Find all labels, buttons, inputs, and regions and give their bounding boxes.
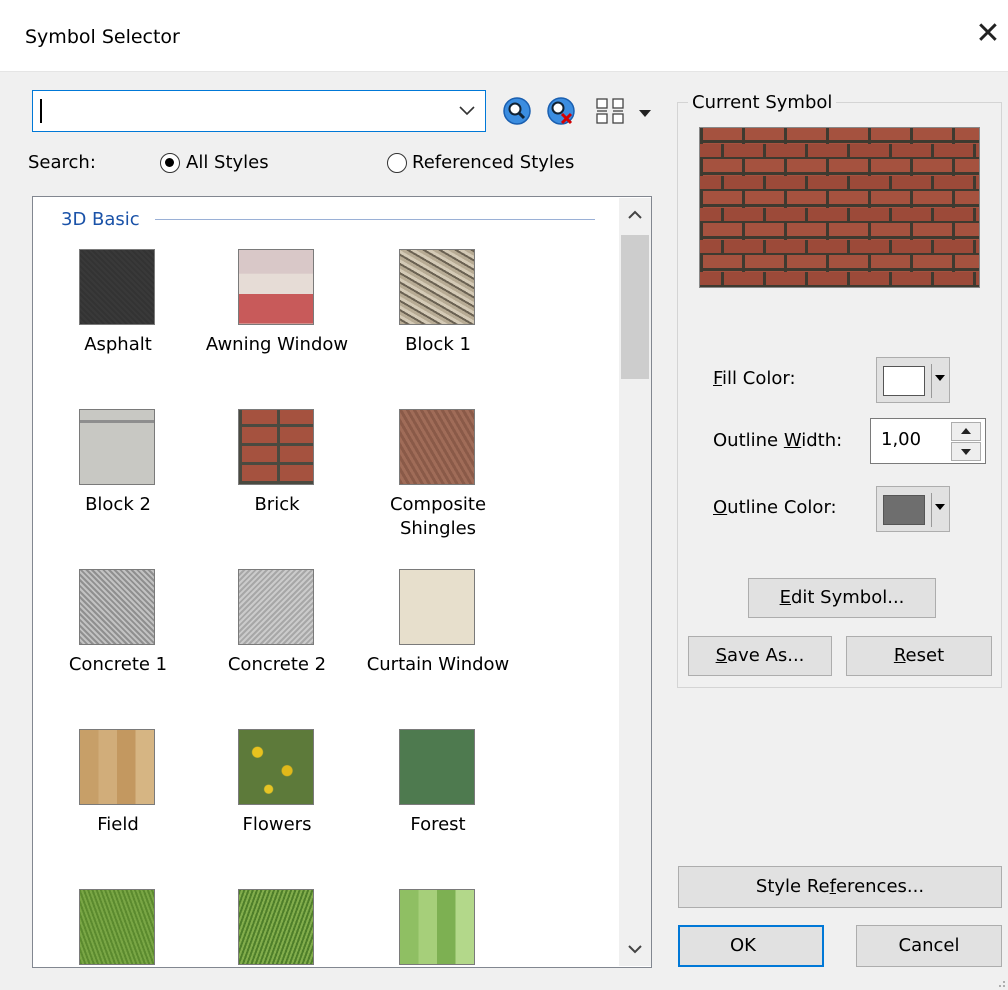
fill-color-swatch <box>883 366 925 396</box>
reset-button[interactable]: Reset <box>846 636 992 676</box>
asphalt-swatch[interactable] <box>79 249 155 325</box>
outline-color-picker[interactable] <box>876 486 950 532</box>
outline-width-spinner[interactable]: 1,00 <box>870 418 986 464</box>
style-references-button[interactable]: Style References... <box>678 866 1002 908</box>
fill-color-picker[interactable] <box>876 357 950 403</box>
down-arrow-icon <box>961 449 971 455</box>
outline-color-label: Outline Color: <box>713 497 837 518</box>
symbol-label[interactable]: Field <box>33 813 203 837</box>
symbol-label[interactable]: Concrete 2 <box>192 653 362 677</box>
referenced-styles-label[interactable]: Referenced Styles <box>412 152 574 173</box>
block-2-swatch[interactable] <box>79 409 155 485</box>
save-as-button[interactable]: Save As... <box>688 636 832 676</box>
field-swatch[interactable] <box>79 729 155 805</box>
outline-width-value[interactable]: 1,00 <box>881 429 921 450</box>
chevron-down-icon[interactable] <box>457 100 477 120</box>
text-cursor <box>40 99 42 123</box>
outline-color-swatch <box>883 495 925 525</box>
symbol-preview <box>699 127 980 288</box>
cancel-button[interactable]: Cancel <box>856 925 1002 967</box>
curtain-window-swatch[interactable] <box>399 569 475 645</box>
symbol-label[interactable]: Composite Shingles <box>353 493 523 541</box>
search-combobox[interactable] <box>32 90 486 132</box>
resize-grip-icon[interactable] <box>994 976 1006 988</box>
block-1-swatch[interactable] <box>399 249 475 325</box>
clear-search-icon[interactable] <box>544 94 578 128</box>
current-symbol-label: Current Symbol <box>688 92 837 113</box>
flowers-swatch[interactable] <box>238 729 314 805</box>
symbol-label[interactable]: Flowers <box>192 813 362 837</box>
edit-symbol-button[interactable]: Edit Symbol... <box>748 578 936 618</box>
composite-shingles-swatch[interactable] <box>399 409 475 485</box>
search-label: Search: <box>28 152 96 173</box>
concrete-2-swatch[interactable] <box>238 569 314 645</box>
dropdown-arrow-icon <box>935 504 945 510</box>
section-title: 3D Basic <box>61 209 140 230</box>
close-icon[interactable]: ✕ <box>968 14 1008 54</box>
dropdown-arrow-icon <box>935 375 945 381</box>
awning-window-swatch[interactable] <box>238 249 314 325</box>
grass-swatch[interactable] <box>238 889 314 965</box>
symbol-label[interactable]: Asphalt <box>33 333 203 357</box>
scroll-down-icon[interactable] <box>619 933 651 965</box>
symbol-label[interactable]: Forest <box>353 813 523 837</box>
outline-width-label: Outline Width: <box>713 430 843 451</box>
symbol-label[interactable]: Concrete 1 <box>33 653 203 677</box>
symbol-gallery[interactable]: 3D Basic Asphalt Awning Window Block 1 B… <box>32 196 652 968</box>
fill-color-label: Fill Color: <box>713 368 796 389</box>
view-dropdown-arrow-icon[interactable] <box>638 108 652 118</box>
search-icon[interactable] <box>500 94 534 128</box>
section-divider <box>155 219 595 220</box>
symbol-label[interactable]: Block 1 <box>353 333 523 357</box>
decrement-button[interactable] <box>951 442 981 461</box>
referenced-styles-radio[interactable] <box>387 153 407 173</box>
grass-swatch[interactable] <box>399 889 475 965</box>
ok-button[interactable]: OK <box>678 925 824 967</box>
up-arrow-icon <box>961 428 971 434</box>
grass-swatch[interactable] <box>79 889 155 965</box>
view-options-icon[interactable] <box>594 96 628 128</box>
increment-button[interactable] <box>951 422 981 441</box>
brick-swatch[interactable] <box>238 409 314 485</box>
scroll-up-icon[interactable] <box>619 199 651 231</box>
forest-swatch[interactable] <box>399 729 475 805</box>
concrete-1-swatch[interactable] <box>79 569 155 645</box>
symbol-label[interactable]: Awning Window <box>192 333 362 357</box>
scrollbar-thumb[interactable] <box>621 235 649 379</box>
symbol-label[interactable]: Block 2 <box>33 493 203 517</box>
symbol-label[interactable]: Brick <box>192 493 362 517</box>
all-styles-radio[interactable] <box>160 153 180 173</box>
all-styles-label[interactable]: All Styles <box>186 152 269 173</box>
window-title: Symbol Selector <box>25 26 180 48</box>
symbol-label[interactable]: Curtain Window <box>353 653 523 677</box>
